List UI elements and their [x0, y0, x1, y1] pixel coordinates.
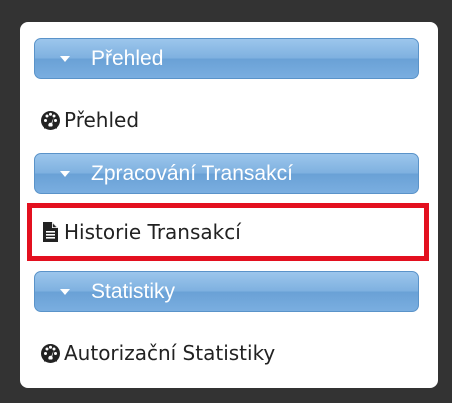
sidebar-item-label: Historie Transakcí — [64, 220, 241, 244]
dashboard-icon — [40, 110, 61, 130]
caret-down-icon — [60, 171, 70, 177]
section-header-label: Zpracování Transakcí — [91, 162, 293, 185]
section-header-prehled[interactable]: Přehled — [34, 38, 419, 79]
caret-down-icon — [60, 289, 70, 295]
sidebar-item-label: Autorizační Statistiky — [64, 341, 276, 365]
section-header-zpracovani-transakci[interactable]: Zpracování Transakcí — [34, 153, 419, 194]
sidebar-item-label: Přehled — [64, 108, 140, 132]
section-header-label: Statistiky — [91, 280, 176, 303]
sidebar-item-historie-transakci[interactable]: Historie Transakcí — [34, 210, 419, 254]
sidebar-item-prehled[interactable]: Přehled — [34, 98, 419, 142]
document-icon — [40, 222, 61, 242]
dashboard-icon — [40, 343, 61, 363]
sidebar-item-autorizacni-statistiky[interactable]: Autorizační Statistiky — [34, 331, 419, 375]
section-header-statistiky[interactable]: Statistiky — [34, 271, 419, 312]
caret-down-icon — [60, 56, 70, 62]
section-header-label: Přehled — [91, 47, 164, 70]
sidebar-panel: Přehled Přehled Zpracování Transakcí His… — [20, 22, 438, 388]
